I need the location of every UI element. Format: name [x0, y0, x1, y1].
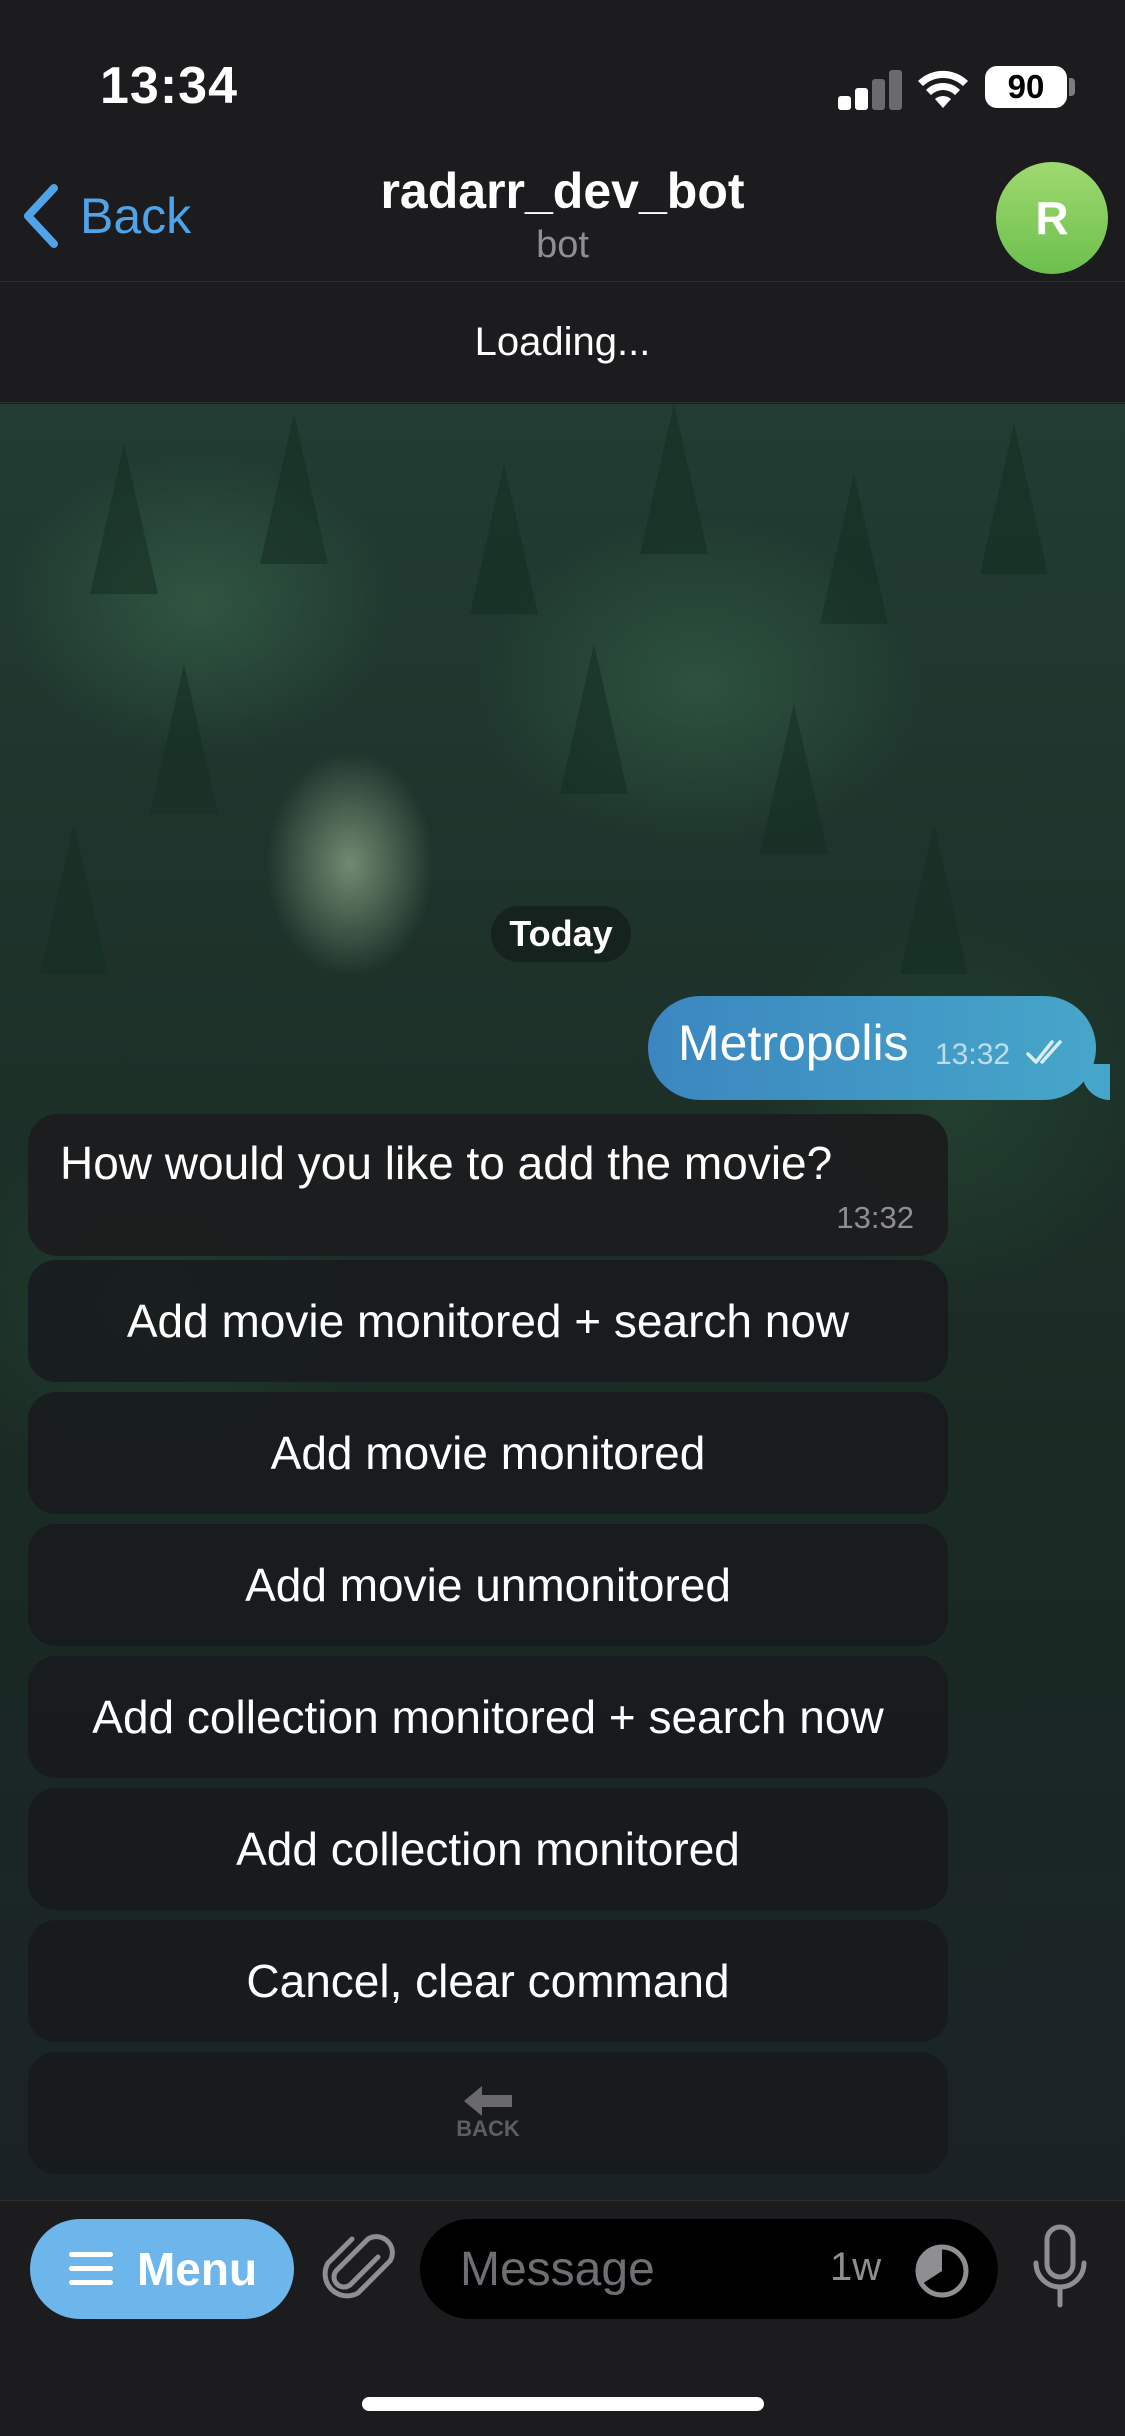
background-tree [150, 664, 218, 814]
timer-icon[interactable] [914, 2243, 970, 2299]
back-arrow-icon: BACK [456, 2084, 520, 2142]
incoming-message[interactable]: How would you like to add the movie? 13:… [28, 1114, 948, 1256]
message-field[interactable]: 1w [420, 2219, 998, 2319]
background-tree [40, 824, 108, 974]
loading-banner: Loading... [0, 283, 1125, 403]
back-icon-label: BACK [456, 2116, 520, 2141]
wifi-icon [918, 70, 968, 108]
battery-level: 90 [985, 66, 1067, 108]
background-tree [560, 644, 628, 794]
inline-button-back[interactable]: BACK [28, 2052, 948, 2174]
background-tree [980, 424, 1048, 574]
hamburger-icon [68, 2252, 113, 2285]
outgoing-message-time: 13:32 [935, 1038, 1011, 1071]
inline-button-add-collection-monitored-search[interactable]: Add collection monitored + search now [28, 1656, 948, 1778]
inline-button-add-movie-monitored-search[interactable]: Add movie monitored + search now [28, 1260, 948, 1382]
background-tree [470, 464, 538, 614]
chat-subtitle: bot [536, 224, 589, 266]
background-tree [90, 444, 158, 594]
inline-button-add-collection-monitored[interactable]: Add collection monitored [28, 1788, 948, 1910]
inline-button-add-movie-monitored[interactable]: Add movie monitored [28, 1392, 948, 1514]
menu-button[interactable]: Menu [30, 2219, 294, 2319]
auto-delete-timer-label[interactable]: 1w [830, 2245, 881, 2290]
chat-title[interactable]: radarr_dev_bot [0, 162, 1125, 220]
background-tree [640, 404, 708, 554]
background-tree [260, 414, 328, 564]
avatar[interactable]: R [996, 162, 1108, 274]
outgoing-message[interactable]: Metropolis 13:32 [648, 996, 1096, 1100]
home-indicator [362, 2397, 764, 2411]
background-tree [820, 474, 888, 624]
menu-button-label: Menu [136, 2243, 258, 2295]
outgoing-message-text: Metropolis [678, 1015, 909, 1071]
status-bar: 13:34 90 [0, 0, 1125, 150]
microphone-icon[interactable] [1030, 2223, 1090, 2313]
incoming-message-text: How would you like to add the movie? [60, 1137, 833, 1189]
message-input[interactable] [460, 2219, 820, 2319]
background-tree [900, 824, 968, 974]
chat-area[interactable]: Today Metropolis 13:32 How would you lik… [0, 404, 1125, 2200]
inline-button-cancel[interactable]: Cancel, clear command [28, 1920, 948, 2042]
cellular-signal-icon [838, 68, 902, 110]
paperclip-icon[interactable] [322, 2227, 396, 2311]
inline-button-add-movie-unmonitored[interactable]: Add movie unmonitored [28, 1524, 948, 1646]
message-input-bar: Menu 1w [0, 2200, 1125, 2436]
incoming-message-time: 13:32 [836, 1200, 914, 1235]
chat-header: Back radarr_dev_bot bot R [0, 150, 1125, 282]
double-check-icon [1026, 1040, 1062, 1064]
background-tree [760, 704, 828, 854]
date-separator: Today [491, 906, 631, 962]
battery-cap [1069, 78, 1075, 96]
status-time: 13:34 [100, 57, 238, 115]
